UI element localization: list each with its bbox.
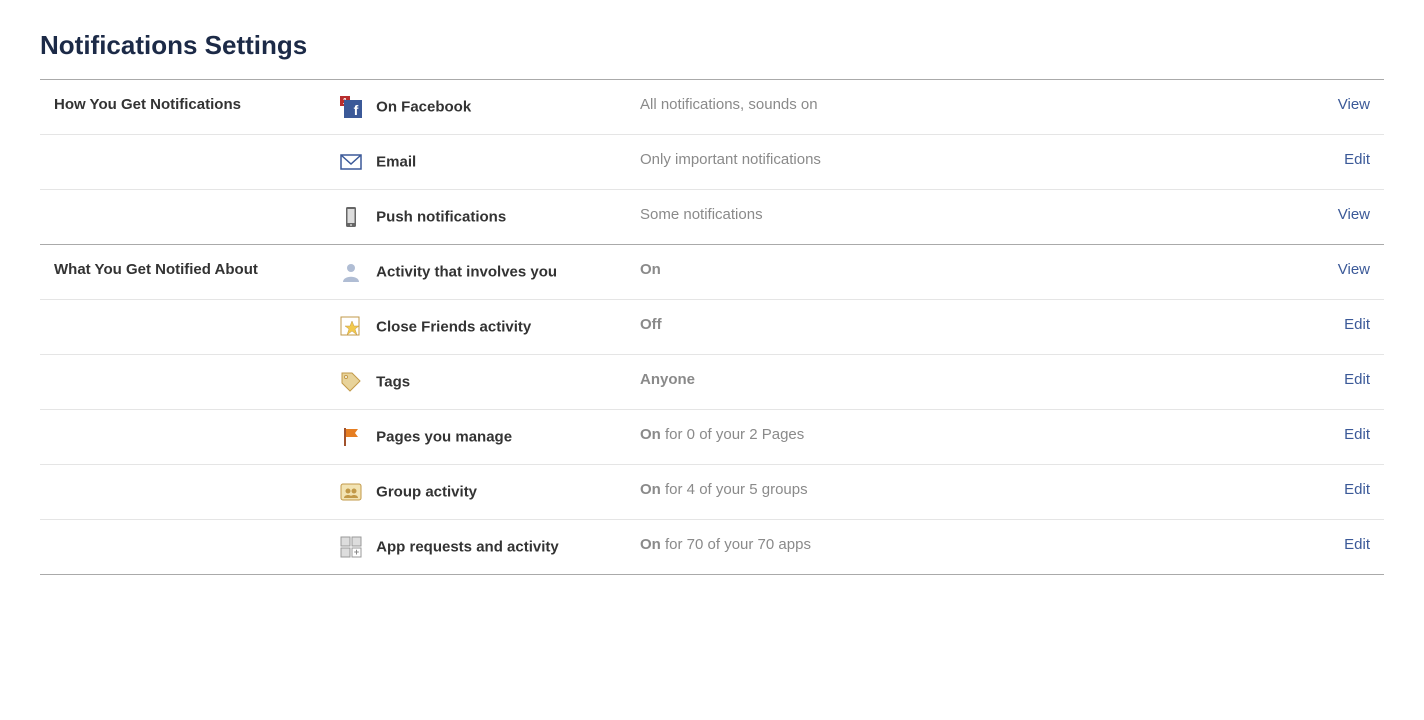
status-text: for 0 of your 2 Pages: [661, 426, 804, 443]
item-label-groups: Group activity: [376, 484, 477, 501]
svg-text:f: f: [354, 102, 359, 118]
edit-link-apps[interactable]: Edit: [1344, 536, 1370, 553]
item-label-push: Push notifications: [376, 209, 506, 226]
status-strong: On: [640, 481, 661, 498]
view-link-push[interactable]: View: [1338, 206, 1370, 223]
apps-icon: +: [340, 536, 362, 558]
item-label-apps: App requests and activity: [376, 539, 559, 556]
status-text: for 4 of your 5 groups: [661, 481, 808, 498]
status-text: All notifications, sounds on: [640, 96, 818, 113]
edit-link-tags[interactable]: Edit: [1344, 371, 1370, 388]
status-strong: On: [640, 426, 661, 443]
edit-link-email[interactable]: Edit: [1344, 151, 1370, 168]
person-icon: [340, 261, 362, 283]
flag-icon: [340, 426, 362, 448]
page-title: Notifications Settings: [40, 30, 1384, 61]
item-label-on-facebook: On Facebook: [376, 99, 471, 116]
edit-link-pages[interactable]: Edit: [1344, 426, 1370, 443]
notifications-settings-table: How You Get Notifications 1 f On Faceboo…: [40, 79, 1384, 575]
item-label-email: Email: [376, 154, 416, 171]
item-label-close-friends: Close Friends activity: [376, 319, 531, 336]
view-link-activity[interactable]: View: [1338, 261, 1370, 278]
facebook-icon: 1 f: [340, 96, 362, 118]
email-icon: [340, 151, 362, 173]
edit-link-groups[interactable]: Edit: [1344, 481, 1370, 498]
item-label-tags: Tags: [376, 374, 410, 391]
view-link-on-facebook[interactable]: View: [1338, 96, 1370, 113]
status-text: Only important notifications: [640, 151, 821, 168]
tag-icon: [340, 371, 362, 393]
edit-link-close-friends[interactable]: Edit: [1344, 316, 1370, 333]
section-heading-what-about: What You Get Notified About: [40, 245, 340, 300]
status-strong: Anyone: [640, 371, 695, 388]
svg-text:+: +: [354, 547, 359, 557]
item-label-activity: Activity that involves you: [376, 264, 557, 281]
status-strong: On: [640, 261, 661, 278]
mobile-icon: [340, 206, 362, 228]
status-text: for 70 of your 70 apps: [661, 536, 811, 553]
group-icon: [340, 481, 362, 503]
item-label-pages: Pages you manage: [376, 429, 512, 446]
star-icon: [340, 316, 362, 338]
status-strong: On: [640, 536, 661, 553]
section-heading-how-you-get: How You Get Notifications: [40, 80, 340, 135]
status-strong: Off: [640, 316, 662, 333]
status-text: Some notifications: [640, 206, 763, 223]
